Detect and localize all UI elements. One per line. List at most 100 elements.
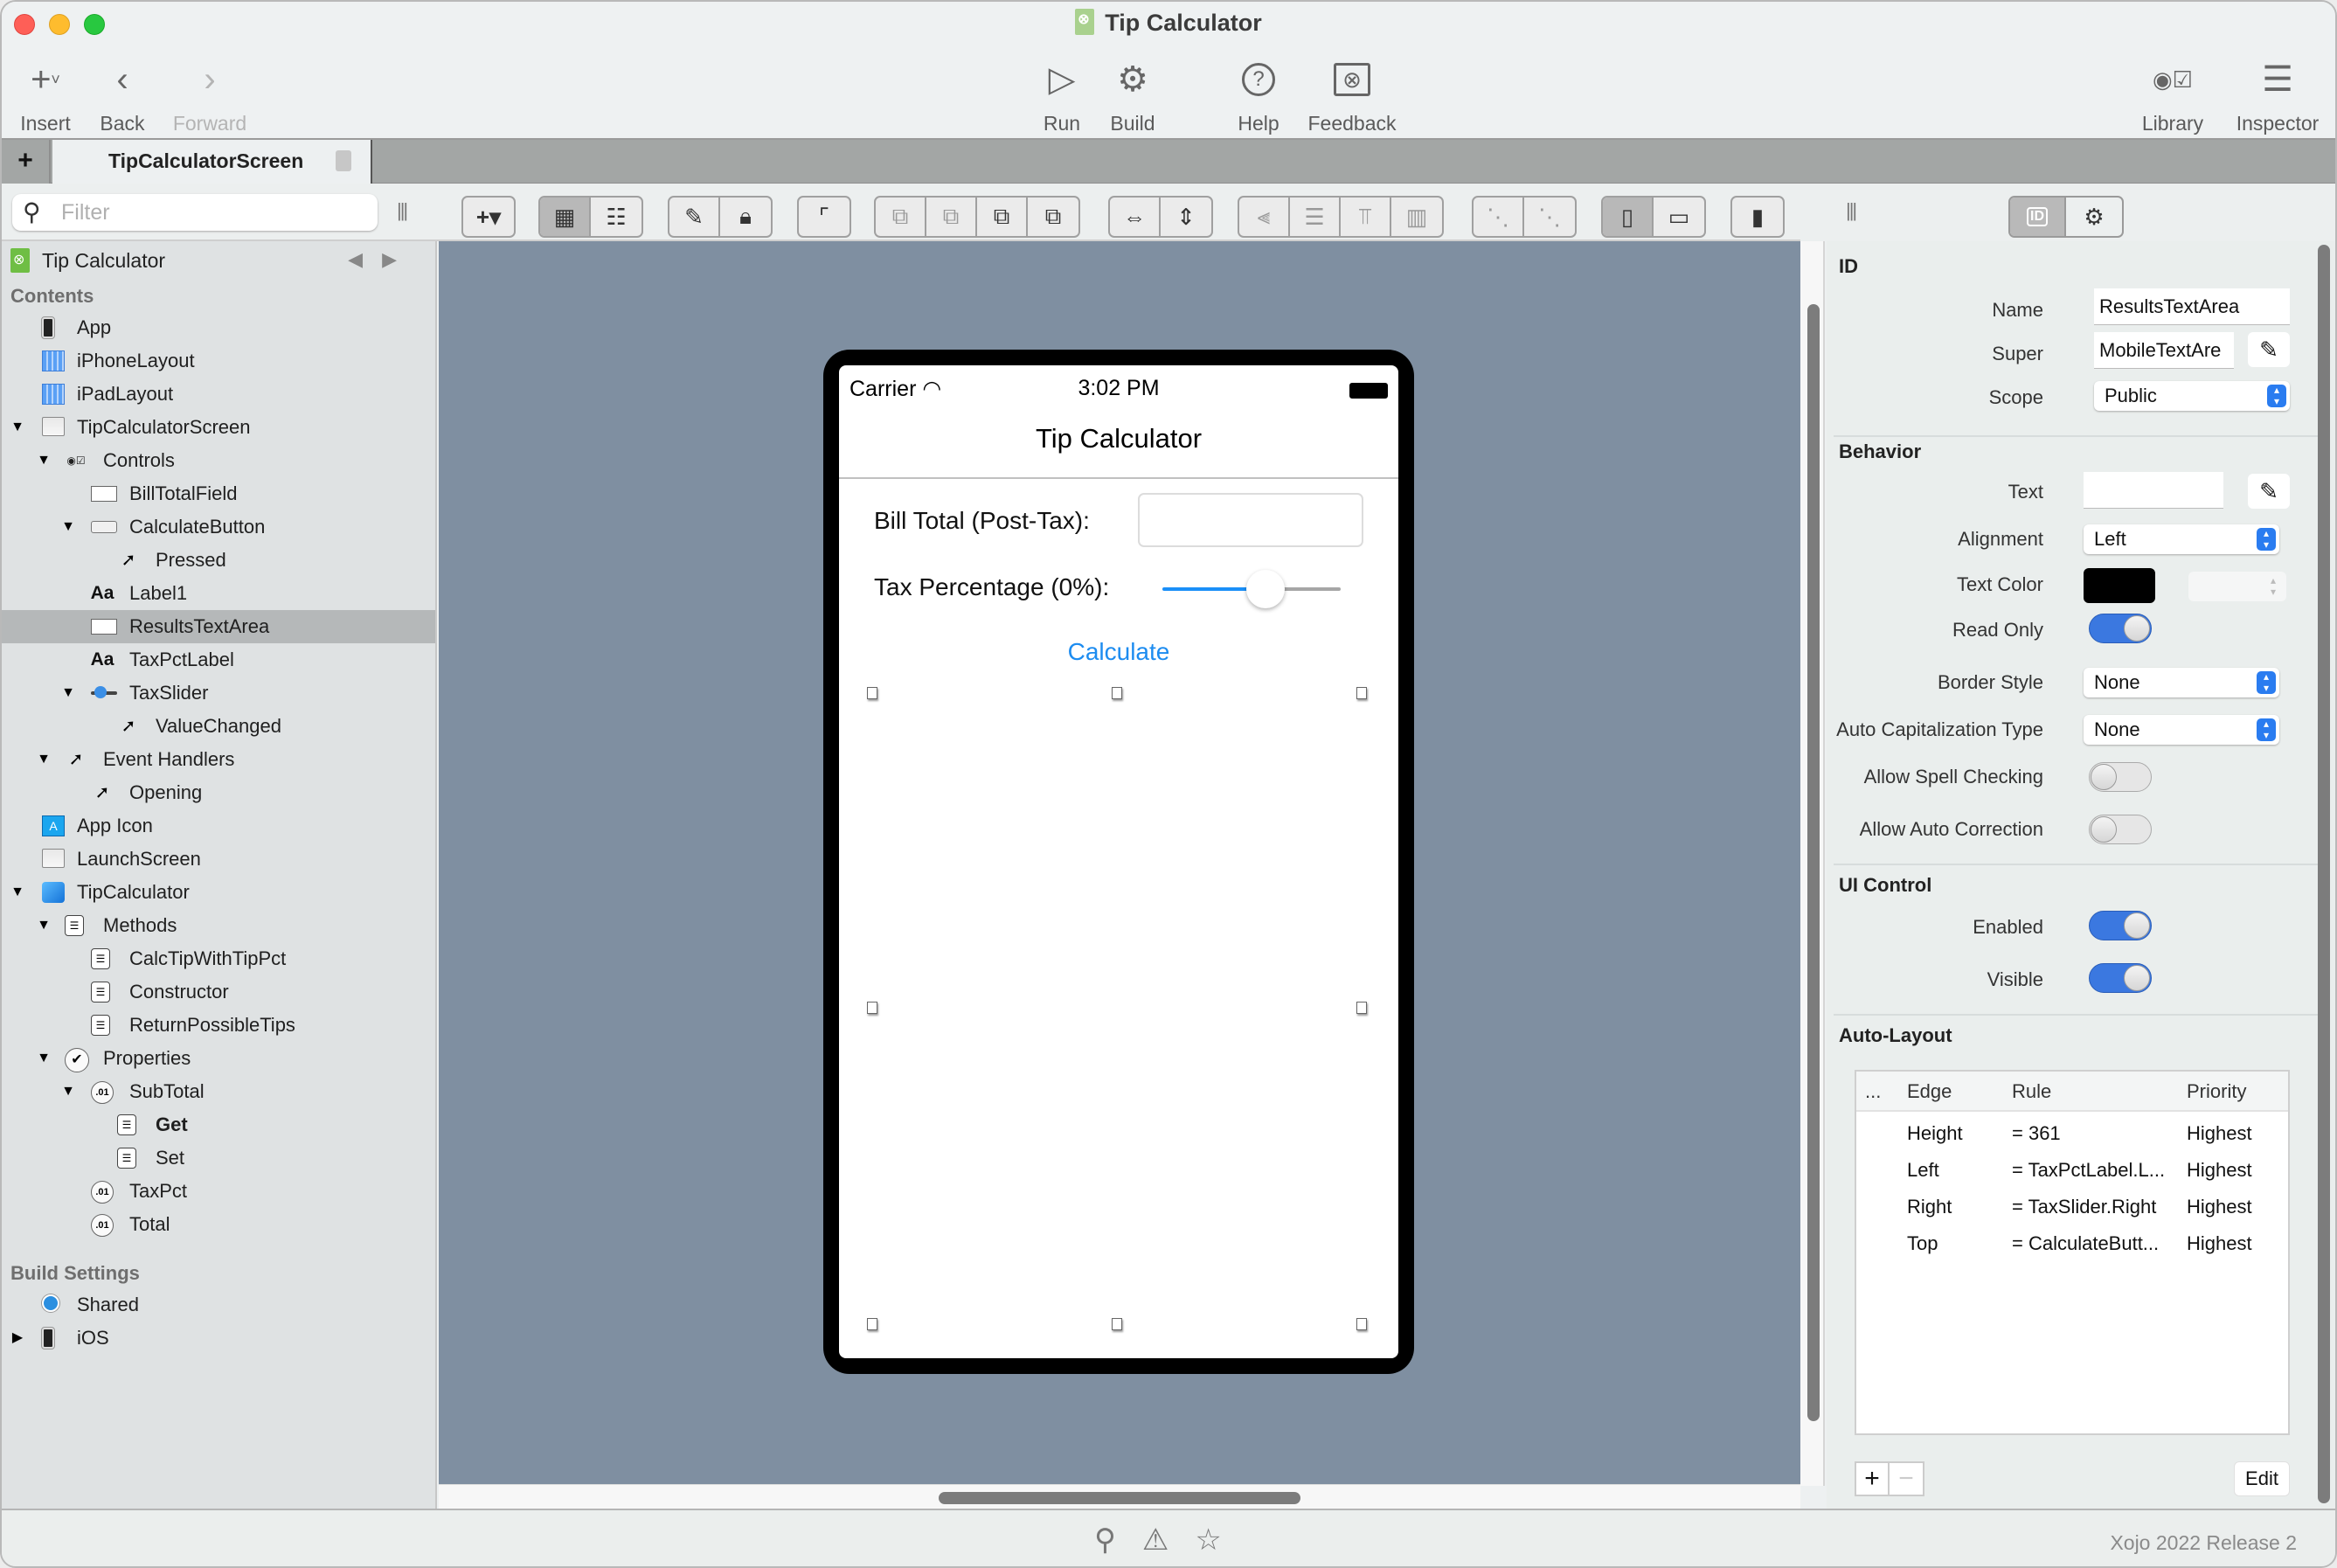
remove-constraint-button[interactable]: −	[1890, 1461, 1924, 1496]
tab-tipcalculatorscreen[interactable]: TipCalculatorScreen	[52, 140, 372, 184]
navigator-item-opening[interactable]: ➚ Opening	[2, 776, 435, 809]
add-constraint-button[interactable]: +	[1855, 1461, 1890, 1496]
constraint-row[interactable]: Height = 361 Highest	[1856, 1115, 2288, 1152]
read-only-toggle[interactable]	[2089, 614, 2152, 643]
align-center-button[interactable]: ☰	[1290, 198, 1341, 236]
portrait-button[interactable]: ▯	[1603, 198, 1654, 236]
resize-handle-tl[interactable]	[867, 687, 877, 699]
nav-back-arrow-icon[interactable]: ◀	[348, 248, 382, 270]
insert-button[interactable]: + ˅ Insert	[16, 56, 75, 135]
column-header-rule[interactable]: Rule	[2012, 1080, 2051, 1103]
send-backward-button[interactable]: ⧉	[977, 198, 1028, 236]
id-tab-button[interactable]: ID	[2010, 198, 2066, 236]
disclosure-expanded-icon[interactable]: ▼	[9, 411, 26, 444]
navigator-item-set[interactable]: ☰ Set	[2, 1141, 435, 1175]
color-mode-select[interactable]: ▴ ▾	[2188, 572, 2286, 601]
disclosure-expanded-icon[interactable]: ▼	[59, 510, 77, 544]
label1[interactable]: Bill Total (Post-Tax):	[874, 507, 1090, 535]
constraint-row[interactable]: Left = TaxPctLabel.L... Highest	[1856, 1152, 2288, 1189]
nav-forward-arrow-icon[interactable]: ▶	[382, 248, 416, 270]
column-header-menu[interactable]: ...	[1865, 1080, 1881, 1103]
navigator-item-billtotalfield[interactable]: BillTotalField	[2, 477, 435, 510]
filter-input[interactable]: ⚲ Filter	[12, 194, 378, 231]
navigator-item-label1[interactable]: Aa Label1	[2, 577, 435, 610]
text-edit-button[interactable]: ✎	[2248, 474, 2290, 509]
back-button[interactable]: ‹ Back	[94, 56, 150, 135]
add-control-dropdown-button[interactable]: +▾	[463, 198, 514, 236]
super-field[interactable]: MobileTextAre	[2094, 332, 2234, 369]
landscape-button[interactable]: ▭	[1654, 198, 1704, 236]
help-button[interactable]: ? Help	[1232, 56, 1285, 135]
tax-slider[interactable]	[1162, 570, 1341, 608]
fill-height-button[interactable]: ⇕	[1161, 198, 1211, 236]
project-header[interactable]: Tip Calculator	[10, 248, 165, 273]
canvas-vertical-scrollbar[interactable]	[1800, 241, 1825, 1486]
disclosure-expanded-icon[interactable]: ▼	[35, 1042, 52, 1075]
canvas-horizontal-scrollbar[interactable]	[439, 1484, 1800, 1509]
constraint-row[interactable]: Right = TaxSlider.Right Highest	[1856, 1189, 2288, 1225]
layout-view-button[interactable]: ▦	[540, 198, 591, 236]
border-style-select[interactable]: None ▴ ▾	[2084, 668, 2279, 697]
feedback-button[interactable]: ⊗ Feedback	[1306, 56, 1398, 135]
constraint-row[interactable]: Top = CalculateButt... Highest	[1856, 1225, 2288, 1262]
resize-handle-r[interactable]	[1356, 1002, 1367, 1014]
text-field[interactable]	[2084, 472, 2223, 509]
edit-constraint-button[interactable]: Edit	[2234, 1461, 2290, 1496]
column-header-edge[interactable]: Edge	[1907, 1080, 1952, 1103]
navigator-item-tipcalculator[interactable]: ▼ TipCalculator	[2, 876, 435, 909]
resize-handle-t[interactable]	[1112, 687, 1122, 699]
navigator-item-ios[interactable]: ▶ iOS	[2, 1322, 435, 1355]
enabled-toggle[interactable]	[2089, 911, 2152, 940]
navigator-item-calctipwithtippct[interactable]: ☰ CalcTipWithTipPct	[2, 942, 435, 975]
navigator-item-subtotal[interactable]: ▼ .01 SubTotal	[2, 1075, 435, 1108]
search-icon[interactable]: ⚲	[1094, 1523, 1116, 1558]
navigator-item-methods[interactable]: ▼ ☰ Methods	[2, 909, 435, 942]
disclosure-expanded-icon[interactable]: ▼	[35, 444, 52, 477]
navigator-item-properties[interactable]: ▼ ✔ Properties	[2, 1042, 435, 1075]
resize-handle-b[interactable]	[1112, 1318, 1122, 1330]
resize-handle-tr[interactable]	[1356, 687, 1367, 699]
resize-handle-br[interactable]	[1356, 1318, 1367, 1330]
navigator-item-valuechanged[interactable]: ➚ ValueChanged	[2, 710, 435, 743]
scroll-thumb[interactable]	[2318, 245, 2330, 1503]
run-button[interactable]: ▷ Run	[1040, 56, 1084, 135]
navigator-item-ipadlayout[interactable]: iPadLayout	[2, 378, 435, 411]
slider-knob[interactable]	[1246, 570, 1285, 608]
scroll-thumb[interactable]	[1807, 304, 1820, 1421]
navigator-item-iphonelayout[interactable]: iPhoneLayout	[2, 344, 435, 378]
disclosure-expanded-icon[interactable]: ▼	[35, 743, 52, 776]
navigator-item-event-handlers[interactable]: ▼ ➚ Event Handlers	[2, 743, 435, 776]
resize-handle-bl[interactable]	[867, 1318, 877, 1330]
navigator-item-resultstextarea[interactable]: ResultsTextArea	[2, 610, 435, 643]
visible-toggle[interactable]	[2089, 963, 2152, 993]
disclosure-expanded-icon[interactable]: ▼	[9, 876, 26, 909]
navigator-item-app-icon[interactable]: A App Icon	[2, 809, 435, 843]
disclosure-expanded-icon[interactable]: ▼	[59, 676, 77, 710]
warning-icon[interactable]: ⚠	[1142, 1523, 1168, 1558]
column-header-priority[interactable]: Priority	[2187, 1080, 2246, 1103]
navigator-item-taxslider[interactable]: ▼ TaxSlider	[2, 676, 435, 710]
navigator-item-calculatebutton[interactable]: ▼ CalculateButton	[2, 510, 435, 544]
navigator-item-launchscreen[interactable]: LaunchScreen	[2, 843, 435, 876]
navigator-item-total[interactable]: .01 Total	[2, 1208, 435, 1241]
auto-correct-toggle[interactable]	[2089, 815, 2152, 844]
navigator-item-get[interactable]: ☰ Get	[2, 1108, 435, 1141]
feed-star-icon[interactable]: ☆	[1195, 1523, 1221, 1558]
fill-width-button[interactable]: ⇔	[1110, 198, 1161, 236]
text-color-swatch[interactable]	[2084, 568, 2155, 603]
new-tab-button[interactable]: +	[2, 140, 51, 184]
scope-select[interactable]: Public ▴ ▾	[2094, 381, 2290, 411]
disclosure-expanded-icon[interactable]: ▼	[59, 1075, 77, 1108]
bring-forward-button[interactable]: ⧉	[876, 198, 926, 236]
inspector-resize-handle[interactable]: |||	[1846, 199, 1857, 222]
inspector-button[interactable]: ☰ Inspector	[2232, 56, 2323, 135]
navigator-item-taxpctlabel[interactable]: Aa TaxPctLabel	[2, 643, 435, 676]
device-button[interactable]: ▮	[1732, 198, 1783, 236]
attributes-tab-button[interactable]: ⚙	[2066, 198, 2122, 236]
results-text-area[interactable]	[872, 692, 1365, 1315]
navigator-item-returnpossibletips[interactable]: ☰ ReturnPossibleTips	[2, 1009, 435, 1042]
super-edit-button[interactable]: ✎	[2248, 332, 2290, 367]
library-button[interactable]: ◉☑ Library	[2138, 56, 2208, 135]
edit-pencil-button[interactable]: ✎	[669, 198, 720, 236]
tax-pct-label[interactable]: Tax Percentage (0%):	[874, 573, 1109, 601]
